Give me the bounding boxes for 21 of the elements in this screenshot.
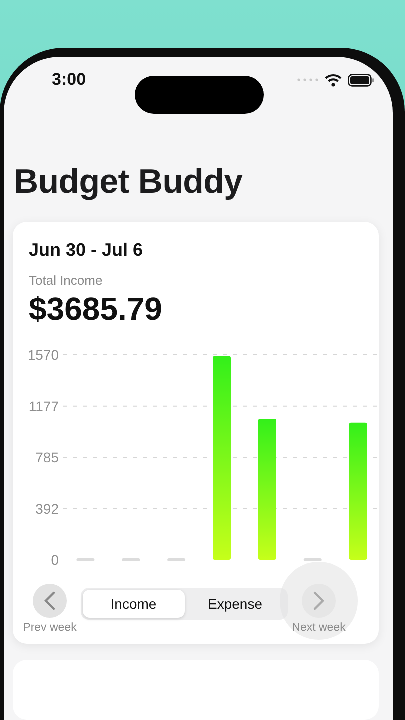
- chevron-left-icon: [44, 591, 56, 611]
- signal-icon: [297, 78, 319, 82]
- segment-tab[interactable]: Expense: [184, 590, 286, 618]
- y-axis-label: 392: [36, 500, 59, 517]
- next-button[interactable]: [302, 584, 336, 618]
- wifi-icon: [325, 74, 342, 86]
- previous-button[interactable]: [33, 584, 67, 618]
- y-axis-label: 0: [51, 552, 59, 568]
- total-label: Total Income: [29, 273, 104, 288]
- chevron-right-icon: [313, 591, 325, 611]
- page-title: Budget Buddy: [14, 163, 244, 202]
- total-amount: $3685.79: [29, 291, 164, 328]
- y-axis-label: 1177: [29, 398, 59, 414]
- y-axis-label: 785: [36, 450, 59, 466]
- status-time: 3:00: [52, 70, 86, 90]
- date-range: Jun 30 - Jul 6: [29, 240, 144, 261]
- next-label: Next week: [292, 622, 346, 634]
- segment-tab[interactable]: Income: [83, 590, 184, 618]
- y-axis-label: 1570: [29, 347, 59, 363]
- battery-icon: [348, 74, 375, 86]
- previous-label: Prev week: [23, 622, 77, 634]
